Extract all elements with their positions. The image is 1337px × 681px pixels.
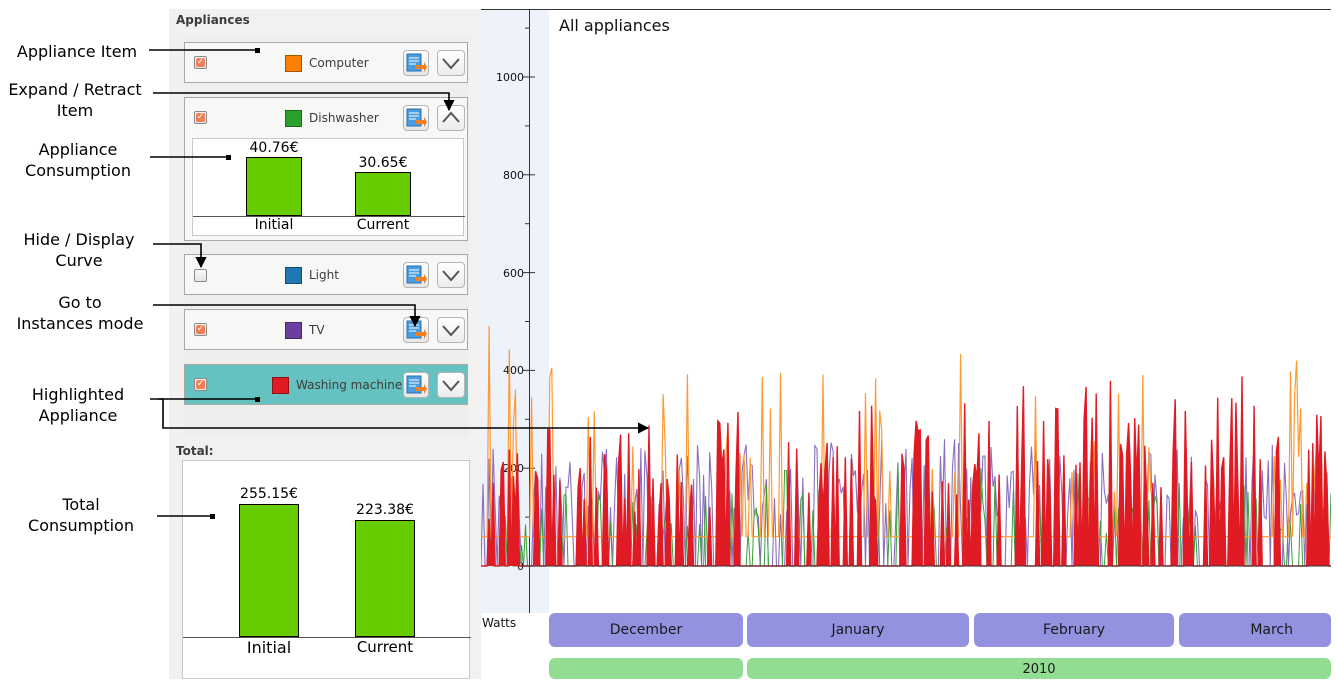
callout-connectors [149, 48, 650, 519]
